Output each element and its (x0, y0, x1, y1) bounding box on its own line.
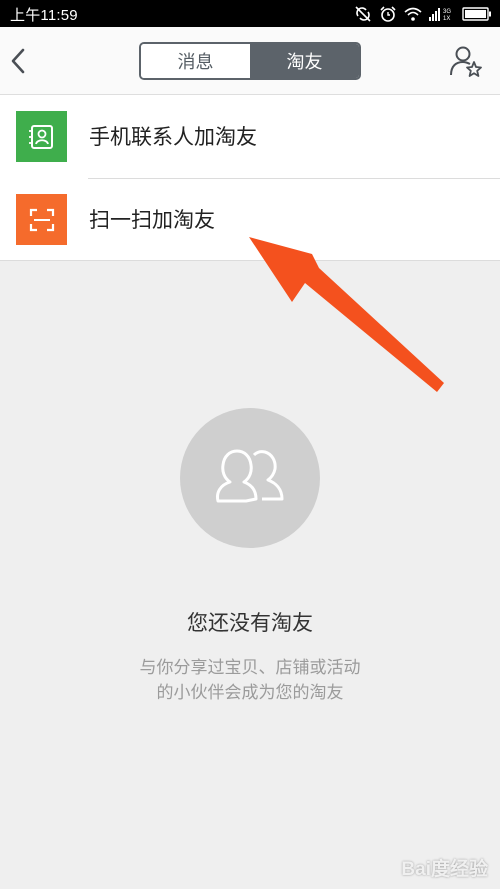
navigation-bar: 消息 淘友 (0, 27, 500, 95)
status-icons: 3G 1X (354, 3, 492, 24)
empty-state-desc-line2: 的小伙伴会成为您的淘友 (156, 683, 344, 703)
battery-icon (462, 6, 491, 21)
list-item-contacts[interactable]: 手机联系人加淘友 (0, 95, 500, 178)
list-item-scan[interactable]: 扫一扫加淘友 (0, 178, 500, 261)
add-friend-button[interactable] (448, 43, 484, 79)
chevron-left-icon (11, 48, 25, 74)
wifi-icon (404, 7, 422, 21)
empty-state-desc-line1: 与你分享过宝贝、店铺或活动 (139, 658, 361, 678)
svg-text:3G: 3G (443, 9, 451, 15)
svg-text:1X: 1X (443, 16, 450, 22)
sync-disabled-icon (355, 5, 371, 22)
add-friend-star-icon (450, 46, 482, 77)
tab-messages[interactable]: 消息 (141, 44, 250, 78)
add-friend-options-list: 手机联系人加淘友 扫一扫加淘友 (0, 95, 500, 261)
baidu-jingyan-watermark: Bai度经验 (401, 854, 488, 881)
scan-label: 扫一扫加淘友 (89, 208, 215, 232)
contacts-icon-tile (16, 111, 67, 162)
status-time: 上午11:59 (10, 7, 78, 24)
status-bar: 上午11:59 3G 1X (0, 0, 500, 27)
tab-taoyou[interactable]: 淘友 (250, 44, 359, 78)
scan-icon (29, 208, 54, 231)
alarm-icon (380, 5, 396, 22)
contacts-label: 手机联系人加淘友 (89, 125, 257, 149)
back-button[interactable] (4, 41, 32, 81)
empty-state-description: 与你分享过宝贝、店铺或活动 的小伙伴会成为您的淘友 (0, 656, 500, 706)
friends-icon (216, 449, 284, 503)
empty-friends-avatar (180, 408, 320, 548)
empty-state-title: 您还没有淘友 (187, 611, 313, 635)
watermark-text: Bai度经验 (401, 859, 488, 880)
signal-icon: 3G 1X (429, 7, 451, 22)
scan-icon-tile (16, 194, 67, 245)
contacts-book-icon (28, 124, 53, 149)
tab-switcher: 消息 淘友 (139, 42, 361, 80)
list-divider (0, 260, 500, 261)
